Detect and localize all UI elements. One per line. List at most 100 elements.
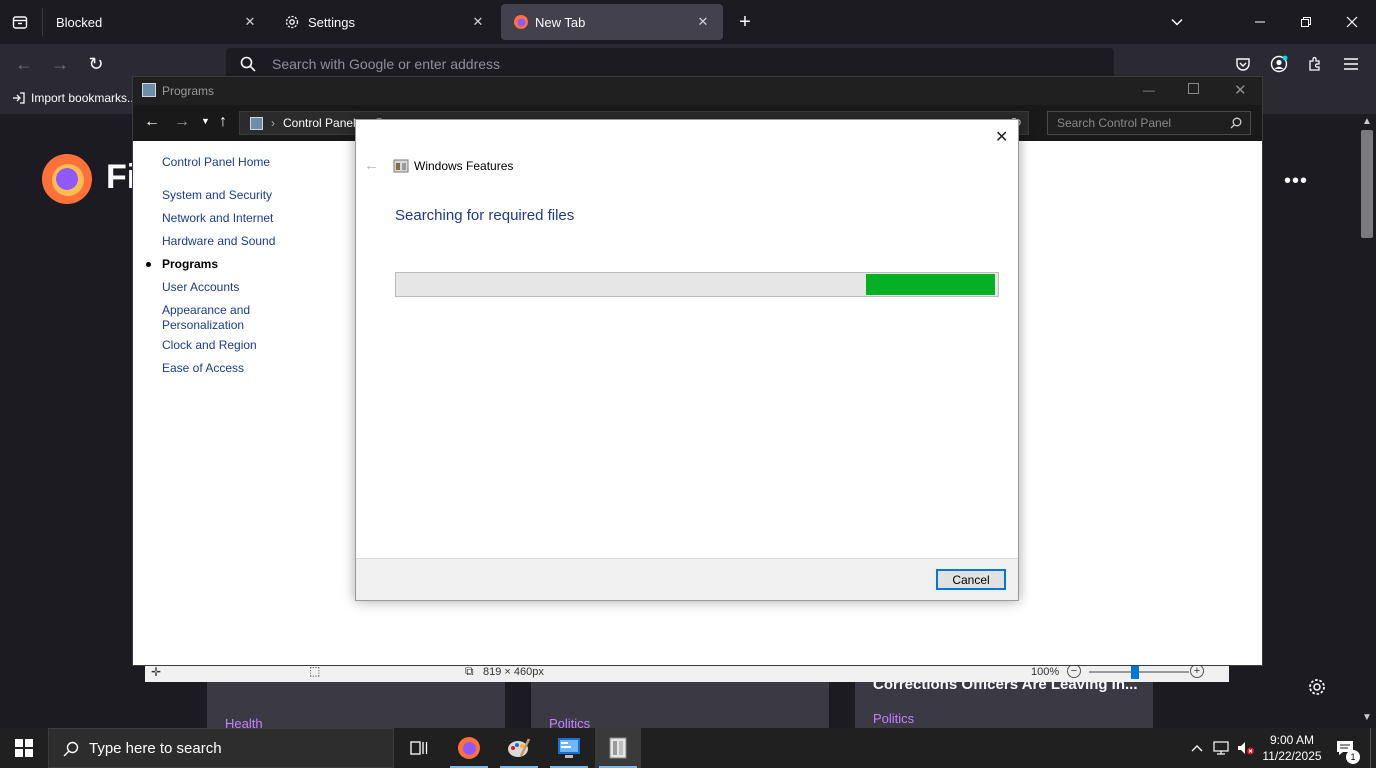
news-card[interactable]: Health [207, 682, 505, 728]
tab-separator [42, 8, 43, 36]
control-panel-icon [558, 738, 580, 758]
sidebar-item-hardware[interactable]: Hardware and Sound [162, 234, 275, 249]
sidebar-item-network[interactable]: Network and Internet [162, 211, 273, 226]
pocket-icon[interactable] [1230, 50, 1256, 78]
progress-bar-fill [866, 274, 995, 295]
zoom-out-icon[interactable]: − [1067, 664, 1081, 678]
news-category: Health [225, 716, 263, 728]
dialog-footer: Cancel [356, 558, 1018, 600]
sidebar-item-appearance[interactable]: Appearance and Personalization [162, 303, 272, 333]
tab-label: New Tab [535, 14, 586, 30]
sidebar-item-ease-of-access[interactable]: Ease of Access [162, 361, 244, 376]
account-icon[interactable] [1266, 50, 1292, 78]
breadcrumb-item[interactable]: Control Panel [283, 116, 356, 130]
maximize-icon[interactable] [1188, 83, 1199, 94]
network-icon[interactable] [1210, 728, 1234, 768]
close-icon[interactable]: ✕ [995, 127, 1008, 147]
back-arrow-icon[interactable]: ← [10, 50, 38, 78]
forward-arrow-icon[interactable]: → [174, 113, 190, 131]
tab-label: Blocked [56, 14, 103, 30]
tab-blocked[interactable]: Blocked ✕ [44, 4, 270, 40]
volume-muted-icon[interactable] [1234, 728, 1258, 768]
minimize-icon[interactable] [1246, 8, 1274, 36]
back-arrow-icon[interactable]: ← [364, 157, 379, 174]
clock[interactable]: 9:00 AM 11/22/2025 [1258, 728, 1326, 768]
control-panel-titlebar: Programs — ✕ [133, 77, 1262, 105]
notifications-icon[interactable]: 1 [1330, 728, 1360, 768]
zoom-slider-thumb[interactable] [1131, 665, 1139, 679]
breadcrumb-separator: › [271, 116, 275, 130]
windows-features-dialog: ✕ ← Windows Features Searching for requi… [355, 119, 1019, 601]
tab-settings[interactable]: Settings ✕ [272, 4, 498, 40]
sidebar-item-clock-region[interactable]: Clock and Region [162, 338, 257, 353]
control-panel-icon [142, 83, 156, 97]
task-view-button[interactable] [396, 728, 442, 768]
news-card[interactable]: Politics [531, 682, 829, 728]
close-icon[interactable]: ✕ [470, 14, 486, 30]
close-window-icon[interactable] [1338, 8, 1366, 36]
minimize-icon[interactable]: — [1143, 83, 1155, 97]
recent-locations-icon[interactable]: ▼ [201, 116, 210, 126]
close-icon[interactable]: ✕ [695, 14, 711, 30]
tab-new-tab[interactable]: New Tab ✕ [501, 4, 723, 40]
scroll-up-arrow-icon[interactable]: ▲ [1362, 116, 1372, 127]
url-placeholder: Search with Google or enter address [272, 56, 501, 72]
scroll-down-arrow-icon[interactable]: ▼ [1362, 712, 1372, 723]
close-icon[interactable]: ✕ [1234, 81, 1247, 99]
task-view-icon [410, 741, 428, 755]
taskbar-app-paint[interactable] [496, 728, 542, 768]
back-arrow-icon[interactable]: ← [144, 113, 160, 131]
up-arrow-icon[interactable]: ↑ [219, 113, 227, 131]
browser-tab-bar: Blocked ✕ Settings ✕ New Tab ✕ + [0, 0, 1376, 44]
taskbar-search-box[interactable]: Type here to search [48, 728, 394, 768]
reload-icon[interactable]: ↻ [82, 50, 110, 78]
news-headline: Corrections Officers Are Leaving In... [873, 682, 1138, 693]
import-bookmarks-link[interactable]: Import bookmarks... [12, 91, 137, 105]
firefox-logo-icon [40, 152, 94, 206]
extensions-icon[interactable] [1302, 50, 1328, 78]
dialog-title: Windows Features [414, 159, 514, 173]
clock-date: 11/22/2025 [1262, 749, 1322, 763]
taskbar-app-control-panel[interactable] [546, 728, 592, 768]
tab-list-icon[interactable] [6, 8, 34, 36]
show-hidden-icons-chevron-icon[interactable] [1186, 728, 1208, 768]
sidebar-item-user-accounts[interactable]: User Accounts [162, 280, 239, 295]
tab-label: Settings [308, 14, 355, 30]
import-icon [12, 91, 26, 105]
restore-icon[interactable] [1292, 8, 1320, 36]
hamburger-menu-icon[interactable] [1338, 50, 1364, 78]
move-icon: ✛ [151, 665, 162, 679]
close-icon[interactable]: ✕ [242, 14, 258, 30]
sidebar-item-control-panel-home[interactable]: Control Panel Home [162, 155, 270, 170]
forward-arrow-icon[interactable]: → [46, 50, 74, 78]
control-panel-search[interactable]: Search Control Panel [1047, 111, 1251, 135]
news-category: Politics [549, 716, 591, 728]
search-icon [240, 56, 256, 72]
taskbar-app-windows-features[interactable] [595, 728, 641, 768]
page-scrollbar[interactable]: ▲ ▼ [1358, 114, 1376, 728]
dialog-heading: Searching for required files [395, 207, 575, 224]
window-title: Programs [162, 84, 215, 98]
news-card[interactable]: Corrections Officers Are Leaving In... P… [855, 682, 1153, 728]
search-icon [1230, 117, 1242, 129]
windows-features-icon [393, 158, 409, 174]
taskbar-app-firefox[interactable] [446, 728, 492, 768]
zoom-slider[interactable] [1089, 671, 1189, 673]
firefox-icon [458, 737, 480, 759]
more-options-icon[interactable]: ••• [1284, 170, 1308, 193]
settings-gear-icon[interactable] [1307, 677, 1327, 702]
sidebar-item-programs[interactable]: Programs [162, 257, 218, 272]
list-all-tabs-icon[interactable] [1164, 8, 1190, 36]
start-button[interactable] [0, 728, 48, 768]
sidebar-item-system-security[interactable]: System and Security [162, 188, 272, 203]
progress-bar [395, 272, 999, 297]
cancel-button[interactable]: Cancel [936, 569, 1006, 590]
taskbar-search-placeholder: Type here to search [89, 739, 222, 757]
new-tab-button[interactable]: + [732, 8, 758, 36]
firefox-icon [513, 14, 529, 30]
zoom-in-icon[interactable]: + [1190, 664, 1204, 678]
scrollbar-thumb[interactable] [1361, 130, 1373, 238]
search-icon [63, 741, 79, 757]
show-desktop-button[interactable] [1370, 728, 1376, 768]
selected-bullet-icon [146, 262, 151, 267]
